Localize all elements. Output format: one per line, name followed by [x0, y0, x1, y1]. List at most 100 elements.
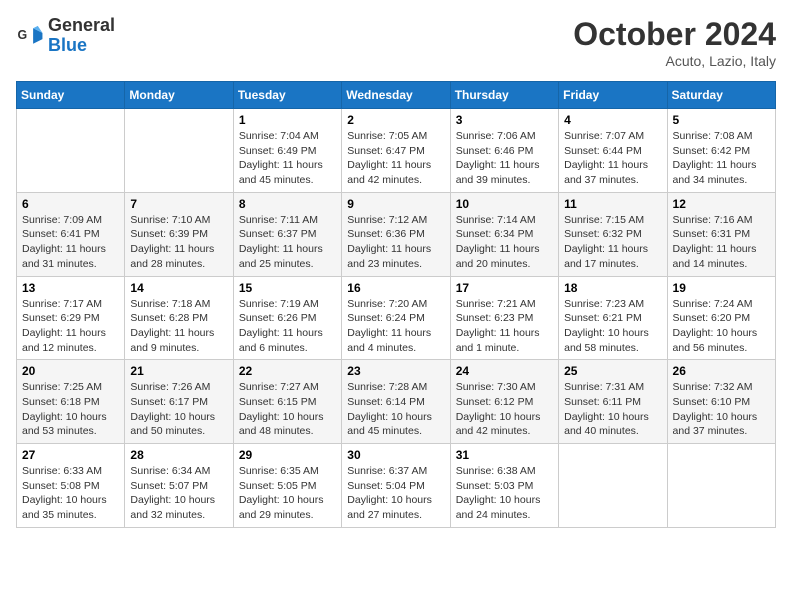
calendar-cell: 4 Sunrise: 7:07 AM Sunset: 6:44 PM Daylig…	[559, 109, 667, 193]
day-info: Sunrise: 7:25 AM Sunset: 6:18 PM Dayligh…	[22, 380, 119, 439]
weekday-header-monday: Monday	[125, 82, 233, 109]
day-info: Sunrise: 7:23 AM Sunset: 6:21 PM Dayligh…	[564, 297, 661, 356]
calendar-cell: 15 Sunrise: 7:19 AM Sunset: 6:26 PM Dayli…	[233, 276, 341, 360]
calendar-cell: 28 Sunrise: 6:34 AM Sunset: 5:07 PM Dayli…	[125, 444, 233, 528]
calendar-cell: 27 Sunrise: 6:33 AM Sunset: 5:08 PM Dayli…	[17, 444, 125, 528]
calendar-cell: 30 Sunrise: 6:37 AM Sunset: 5:04 PM Dayli…	[342, 444, 450, 528]
day-number: 7	[130, 197, 227, 211]
calendar-cell: 29Sunrise: 6:35 AM Sunset: 5:05 PM Dayli…	[233, 444, 341, 528]
day-number: 18	[564, 281, 661, 295]
day-info: Sunrise: 7:18 AM Sunset: 6:28 PM Dayligh…	[130, 297, 227, 356]
day-info: Sunrise: 7:30 AM Sunset: 6:12 PM Dayligh…	[456, 380, 553, 439]
calendar-cell: 17Sunrise: 7:21 AM Sunset: 6:23 PM Dayli…	[450, 276, 558, 360]
day-number: 21	[130, 364, 227, 378]
calendar-cell: 10 Sunrise: 7:14 AM Sunset: 6:34 PM Dayli…	[450, 192, 558, 276]
day-number: 26	[673, 364, 770, 378]
day-number: 4	[564, 113, 661, 127]
calendar-cell: 11Sunrise: 7:15 AM Sunset: 6:32 PM Dayli…	[559, 192, 667, 276]
weekday-header-thursday: Thursday	[450, 82, 558, 109]
day-number: 30	[347, 448, 444, 462]
day-number: 13	[22, 281, 119, 295]
calendar-cell	[667, 444, 775, 528]
calendar-cell: 7 Sunrise: 7:10 AM Sunset: 6:39 PM Daylig…	[125, 192, 233, 276]
calendar-cell: 1Sunrise: 7:04 AM Sunset: 6:49 PM Daylig…	[233, 109, 341, 193]
day-info: Sunrise: 7:05 AM Sunset: 6:47 PM Dayligh…	[347, 129, 444, 188]
calendar-cell: 8 Sunrise: 7:11 AM Sunset: 6:37 PM Daylig…	[233, 192, 341, 276]
day-info: Sunrise: 7:06 AM Sunset: 6:46 PM Dayligh…	[456, 129, 553, 188]
day-info: Sunrise: 7:26 AM Sunset: 6:17 PM Dayligh…	[130, 380, 227, 439]
calendar-cell: 23Sunrise: 7:28 AM Sunset: 6:14 PM Dayli…	[342, 360, 450, 444]
day-number: 22	[239, 364, 336, 378]
week-row-3: 13 Sunrise: 7:17 AM Sunset: 6:29 PM Dayli…	[17, 276, 776, 360]
day-number: 8	[239, 197, 336, 211]
calendar-cell: 6Sunrise: 7:09 AM Sunset: 6:41 PM Daylig…	[17, 192, 125, 276]
day-number: 10	[456, 197, 553, 211]
calendar-cell: 22 Sunrise: 7:27 AM Sunset: 6:15 PM Dayli…	[233, 360, 341, 444]
weekday-header-row: SundayMondayTuesdayWednesdayThursdayFrid…	[17, 82, 776, 109]
calendar-cell: 25Sunrise: 7:31 AM Sunset: 6:11 PM Dayli…	[559, 360, 667, 444]
week-row-4: 20 Sunrise: 7:25 AM Sunset: 6:18 PM Dayli…	[17, 360, 776, 444]
day-info: Sunrise: 7:12 AM Sunset: 6:36 PM Dayligh…	[347, 213, 444, 272]
day-number: 31	[456, 448, 553, 462]
calendar-cell: 12 Sunrise: 7:16 AM Sunset: 6:31 PM Dayli…	[667, 192, 775, 276]
day-info: Sunrise: 7:21 AM Sunset: 6:23 PM Dayligh…	[456, 297, 553, 356]
day-number: 28	[130, 448, 227, 462]
day-number: 2	[347, 113, 444, 127]
calendar-cell: 20 Sunrise: 7:25 AM Sunset: 6:18 PM Dayli…	[17, 360, 125, 444]
day-number: 20	[22, 364, 119, 378]
calendar-cell: 21 Sunrise: 7:26 AM Sunset: 6:17 PM Dayli…	[125, 360, 233, 444]
day-number: 3	[456, 113, 553, 127]
day-info: Sunrise: 7:07 AM Sunset: 6:44 PM Dayligh…	[564, 129, 661, 188]
calendar-cell: 16 Sunrise: 7:20 AM Sunset: 6:24 PM Dayli…	[342, 276, 450, 360]
day-number: 15	[239, 281, 336, 295]
day-number: 14	[130, 281, 227, 295]
weekday-header-tuesday: Tuesday	[233, 82, 341, 109]
weekday-header-sunday: Sunday	[17, 82, 125, 109]
day-number: 11	[564, 197, 661, 211]
calendar-cell: 13 Sunrise: 7:17 AM Sunset: 6:29 PM Dayli…	[17, 276, 125, 360]
day-info: Sunrise: 7:20 AM Sunset: 6:24 PM Dayligh…	[347, 297, 444, 356]
week-row-5: 27 Sunrise: 6:33 AM Sunset: 5:08 PM Dayli…	[17, 444, 776, 528]
day-number: 1	[239, 113, 336, 127]
day-info: Sunrise: 7:11 AM Sunset: 6:37 PM Dayligh…	[239, 213, 336, 272]
day-info: Sunrise: 7:19 AM Sunset: 6:26 PM Dayligh…	[239, 297, 336, 356]
week-row-1: 1Sunrise: 7:04 AM Sunset: 6:49 PM Daylig…	[17, 109, 776, 193]
weekday-header-saturday: Saturday	[667, 82, 775, 109]
day-info: Sunrise: 7:27 AM Sunset: 6:15 PM Dayligh…	[239, 380, 336, 439]
calendar-table: SundayMondayTuesdayWednesdayThursdayFrid…	[16, 81, 776, 528]
calendar-cell: 14 Sunrise: 7:18 AM Sunset: 6:28 PM Dayli…	[125, 276, 233, 360]
day-info: Sunrise: 7:31 AM Sunset: 6:11 PM Dayligh…	[564, 380, 661, 439]
day-number: 6	[22, 197, 119, 211]
day-number: 19	[673, 281, 770, 295]
calendar-cell	[17, 109, 125, 193]
day-info: Sunrise: 7:17 AM Sunset: 6:29 PM Dayligh…	[22, 297, 119, 356]
day-info: Sunrise: 7:10 AM Sunset: 6:39 PM Dayligh…	[130, 213, 227, 272]
day-info: Sunrise: 6:34 AM Sunset: 5:07 PM Dayligh…	[130, 464, 227, 523]
day-info: Sunrise: 6:33 AM Sunset: 5:08 PM Dayligh…	[22, 464, 119, 523]
logo-text: General Blue	[48, 16, 115, 56]
title-block: October 2024 Acuto, Lazio, Italy	[573, 16, 776, 69]
day-info: Sunrise: 7:16 AM Sunset: 6:31 PM Dayligh…	[673, 213, 770, 272]
day-info: Sunrise: 7:32 AM Sunset: 6:10 PM Dayligh…	[673, 380, 770, 439]
day-info: Sunrise: 6:37 AM Sunset: 5:04 PM Dayligh…	[347, 464, 444, 523]
svg-text:G: G	[18, 28, 28, 42]
calendar-cell: 31 Sunrise: 6:38 AM Sunset: 5:03 PM Dayli…	[450, 444, 558, 528]
day-number: 27	[22, 448, 119, 462]
weekday-header-friday: Friday	[559, 82, 667, 109]
day-number: 16	[347, 281, 444, 295]
location: Acuto, Lazio, Italy	[573, 53, 776, 69]
weekday-header-wednesday: Wednesday	[342, 82, 450, 109]
logo-icon: G	[16, 22, 44, 50]
day-number: 24	[456, 364, 553, 378]
calendar-cell	[125, 109, 233, 193]
day-info: Sunrise: 7:08 AM Sunset: 6:42 PM Dayligh…	[673, 129, 770, 188]
day-number: 23	[347, 364, 444, 378]
logo: G General Blue	[16, 16, 115, 56]
day-info: Sunrise: 7:14 AM Sunset: 6:34 PM Dayligh…	[456, 213, 553, 272]
day-number: 5	[673, 113, 770, 127]
day-number: 9	[347, 197, 444, 211]
day-number: 12	[673, 197, 770, 211]
day-info: Sunrise: 6:38 AM Sunset: 5:03 PM Dayligh…	[456, 464, 553, 523]
calendar-cell: 26 Sunrise: 7:32 AM Sunset: 6:10 PM Dayli…	[667, 360, 775, 444]
calendar-cell: 18 Sunrise: 7:23 AM Sunset: 6:21 PM Dayli…	[559, 276, 667, 360]
